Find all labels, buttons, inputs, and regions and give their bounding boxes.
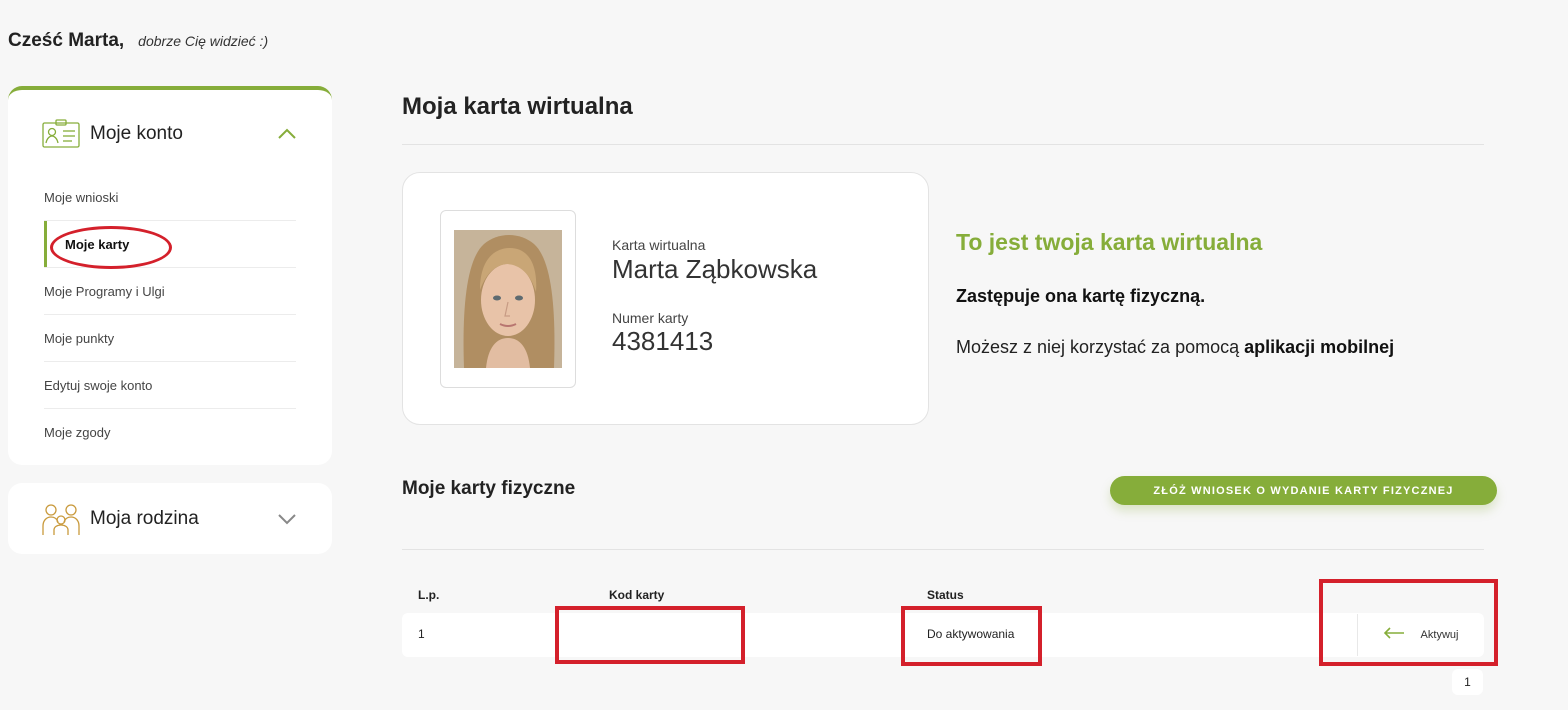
row-lp: 1 bbox=[418, 627, 425, 641]
card-photo bbox=[440, 210, 576, 388]
family-icon bbox=[42, 502, 80, 536]
sidebar-item-moje-karty[interactable]: Moje karty bbox=[44, 221, 296, 269]
physical-cards-title: Moje karty fizyczne bbox=[402, 478, 576, 499]
highlight-box-status bbox=[901, 606, 1042, 666]
card-holder-name: Marta Ząbkowska bbox=[612, 254, 818, 284]
sidebar-item-label: Moje Programy i Ulgi bbox=[44, 283, 165, 299]
portrait-image bbox=[454, 230, 562, 368]
highlight-circle bbox=[50, 226, 172, 269]
section-divider bbox=[402, 549, 1484, 550]
promo-line-2-text: Możesz z niej korzystać za pomocą bbox=[956, 337, 1240, 357]
sidebar-item-label: Moje wnioski bbox=[44, 189, 119, 205]
column-header-status: Status bbox=[927, 588, 964, 602]
account-menu-header[interactable]: Moje konto bbox=[42, 114, 298, 154]
promo-line-1: Zastępuje ona kartę fizyczną. bbox=[956, 286, 1206, 306]
family-menu-title: Moja rodzina bbox=[90, 508, 199, 529]
account-menu-list: Moje wnioski Moje karty Moje Programy i … bbox=[44, 174, 296, 456]
sidebar-item-label: Moje zgody bbox=[44, 425, 111, 440]
card-number-label: Numer karty bbox=[612, 310, 689, 326]
id-card-icon bbox=[42, 117, 80, 151]
greeting-hello: Cześć Marta, bbox=[8, 30, 125, 51]
chevron-down-icon[interactable] bbox=[276, 508, 298, 530]
pagination-page[interactable]: 1 bbox=[1452, 669, 1483, 695]
sidebar-item-edytuj-konto[interactable]: Edytuj swoje konto bbox=[44, 362, 296, 409]
account-menu-title: Moje konto bbox=[90, 123, 183, 144]
virtual-card: Karta wirtualna Marta Ząbkowska Numer ka… bbox=[402, 172, 929, 425]
column-header-lp: L.p. bbox=[418, 588, 440, 602]
column-header-code: Kod karty bbox=[609, 588, 665, 602]
card-number: 4381413 bbox=[612, 326, 714, 356]
family-menu-header[interactable]: Moja rodzina bbox=[42, 499, 298, 539]
sidebar-item-label: Moje punkty bbox=[44, 330, 115, 346]
apply-physical-card-button[interactable]: ZŁÓŻ WNIOSEK O WYDANIE KARTY FIZYCZNEJ bbox=[1110, 476, 1497, 505]
sidebar-item-moje-wnioski[interactable]: Moje wnioski bbox=[44, 174, 296, 221]
card-type-label: Karta wirtualna bbox=[612, 237, 706, 253]
highlight-box-action bbox=[1319, 579, 1498, 666]
greeting-subtitle: dobrze Cię widzieć :) bbox=[138, 33, 269, 49]
greeting: Cześć Marta, dobrze Cię widzieć :) bbox=[8, 30, 268, 52]
sidebar-item-moje-programy[interactable]: Moje Programy i Ulgi bbox=[44, 268, 296, 315]
promo-app-link: aplikacji mobilnej bbox=[1244, 337, 1395, 357]
family-menu-card: Moja rodzina bbox=[8, 483, 332, 554]
sidebar-item-label: Edytuj swoje konto bbox=[44, 377, 153, 393]
sidebar-item-moje-zgody[interactable]: Moje zgody bbox=[44, 409, 296, 456]
promo-title: To jest twoja karta wirtualna bbox=[956, 229, 1263, 255]
page-title: Moja karta wirtualna bbox=[402, 93, 633, 120]
account-menu-card: Moje konto Moje wnioski Moje karty Moje … bbox=[8, 86, 332, 465]
title-divider bbox=[402, 144, 1484, 145]
chevron-up-icon[interactable] bbox=[276, 123, 298, 145]
promo-line-2: Możesz z niej korzystać za pomocą aplika… bbox=[956, 337, 1394, 358]
highlight-box-card-code bbox=[555, 606, 745, 664]
sidebar-item-moje-punkty[interactable]: Moje punkty bbox=[44, 315, 296, 362]
